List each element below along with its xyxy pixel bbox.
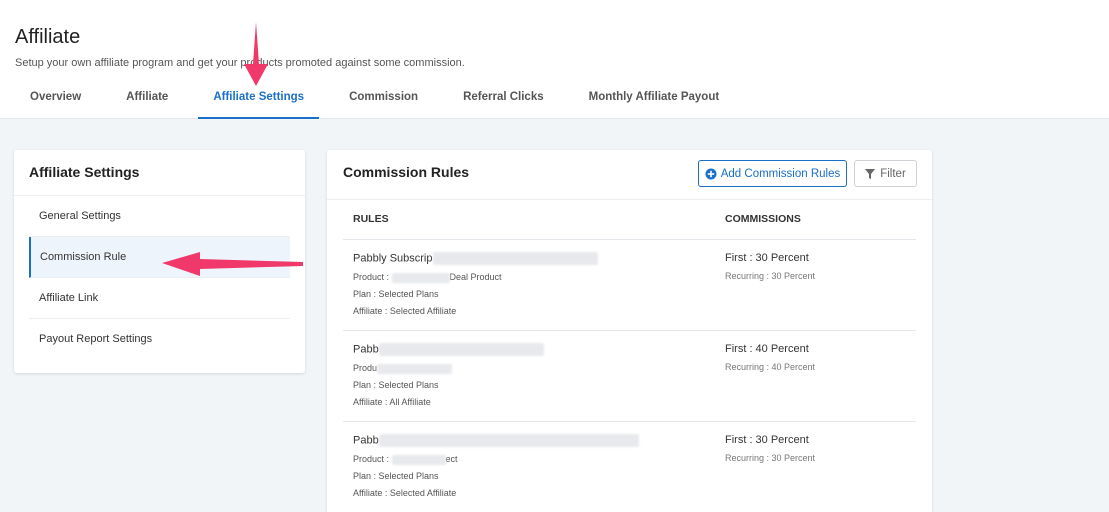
- filter-icon: [865, 168, 876, 179]
- rule-name-text: Pabb: [353, 434, 379, 447]
- commission-rules-card: Commission Rules Add Commission Rules Fi…: [327, 150, 932, 512]
- redacted-text: [391, 272, 450, 283]
- redacted-text: [391, 454, 446, 465]
- table-row[interactable]: Pabb Product : ect Plan : Selected Plans…: [343, 422, 916, 512]
- tab-monthly-affiliate-payout[interactable]: Monthly Affiliate Payout: [574, 78, 735, 119]
- rule-affiliate: Affiliate : Selected Affiliate: [353, 488, 457, 498]
- commission-first: First : 40 Percent: [725, 343, 809, 355]
- menu-item-payout-report-settings[interactable]: Payout Report Settings: [29, 319, 290, 360]
- tab-overview[interactable]: Overview: [15, 78, 96, 119]
- rule-name: Pabbly Subscrip: [353, 252, 598, 265]
- redacted-text: [377, 363, 453, 374]
- commission-rules-title: Commission Rules: [343, 164, 470, 180]
- page-header: Affiliate Setup your own affiliate progr…: [0, 0, 1109, 119]
- add-commission-rules-label: Add Commission Rules: [720, 167, 841, 180]
- annotation-arrow-down: [244, 22, 268, 86]
- rule-product: Produ: [353, 363, 453, 374]
- tab-bar: Overview Affiliate Affiliate Settings Co…: [15, 78, 749, 119]
- rule-plan: Plan : Selected Plans: [353, 289, 439, 299]
- redacted-text: [378, 434, 639, 447]
- rule-plan: Plan : Selected Plans: [353, 380, 439, 390]
- tab-affiliate[interactable]: Affiliate: [111, 78, 183, 119]
- annotation-arrow-left: [162, 252, 303, 276]
- add-commission-rules-button[interactable]: Add Commission Rules: [698, 160, 847, 187]
- filter-button[interactable]: Filter: [854, 160, 917, 187]
- column-header-rules: RULES: [353, 213, 389, 225]
- tab-referral-clicks[interactable]: Referral Clicks: [448, 78, 559, 119]
- page-title: Affiliate: [15, 26, 81, 48]
- menu-item-affiliate-link[interactable]: Affiliate Link: [29, 278, 290, 319]
- rule-product-prefix: Product :: [353, 272, 392, 282]
- settings-menu-title: Affiliate Settings: [29, 164, 140, 180]
- rule-plan: Plan : Selected Plans: [353, 471, 439, 481]
- table-row[interactable]: Pabb Produ Plan : Selected Plans Affilia…: [343, 331, 916, 422]
- commission-first: First : 30 Percent: [725, 434, 809, 446]
- rule-product-prefix: Product :: [353, 454, 392, 464]
- filter-label: Filter: [880, 167, 906, 180]
- table-row[interactable]: Pabbly Subscrip Product : Deal Product P…: [343, 240, 916, 331]
- rule-product: Product : Deal Product: [353, 272, 502, 283]
- commission-first: First : 30 Percent: [725, 252, 809, 264]
- rule-name: Pabb: [353, 343, 544, 356]
- rule-name-text: Pabb: [353, 343, 379, 356]
- menu-item-general-settings[interactable]: General Settings: [29, 196, 290, 237]
- rule-product-prefix: Produ: [353, 363, 378, 373]
- rule-product: Product : ect: [353, 454, 458, 465]
- rule-product-suffix: Deal Product: [449, 272, 502, 282]
- plus-circle-icon: [705, 168, 717, 179]
- rule-affiliate: Affiliate : Selected Affiliate: [353, 306, 457, 316]
- rule-affiliate: Affiliate : All Affiliate: [353, 397, 431, 407]
- divider: [327, 199, 932, 200]
- rule-name: Pabb: [353, 434, 639, 447]
- rule-product-suffix: ect: [445, 454, 458, 464]
- rule-name-text: Pabbly Subscrip: [353, 252, 433, 265]
- commission-recurring: Recurring : 30 Percent: [725, 453, 816, 463]
- column-header-commissions: COMMISSIONS: [725, 213, 801, 225]
- redacted-text: [378, 343, 544, 356]
- tab-commission[interactable]: Commission: [334, 78, 433, 119]
- commission-recurring: Recurring : 40 Percent: [725, 362, 816, 372]
- commission-recurring: Recurring : 30 Percent: [725, 271, 816, 281]
- redacted-text: [432, 252, 598, 265]
